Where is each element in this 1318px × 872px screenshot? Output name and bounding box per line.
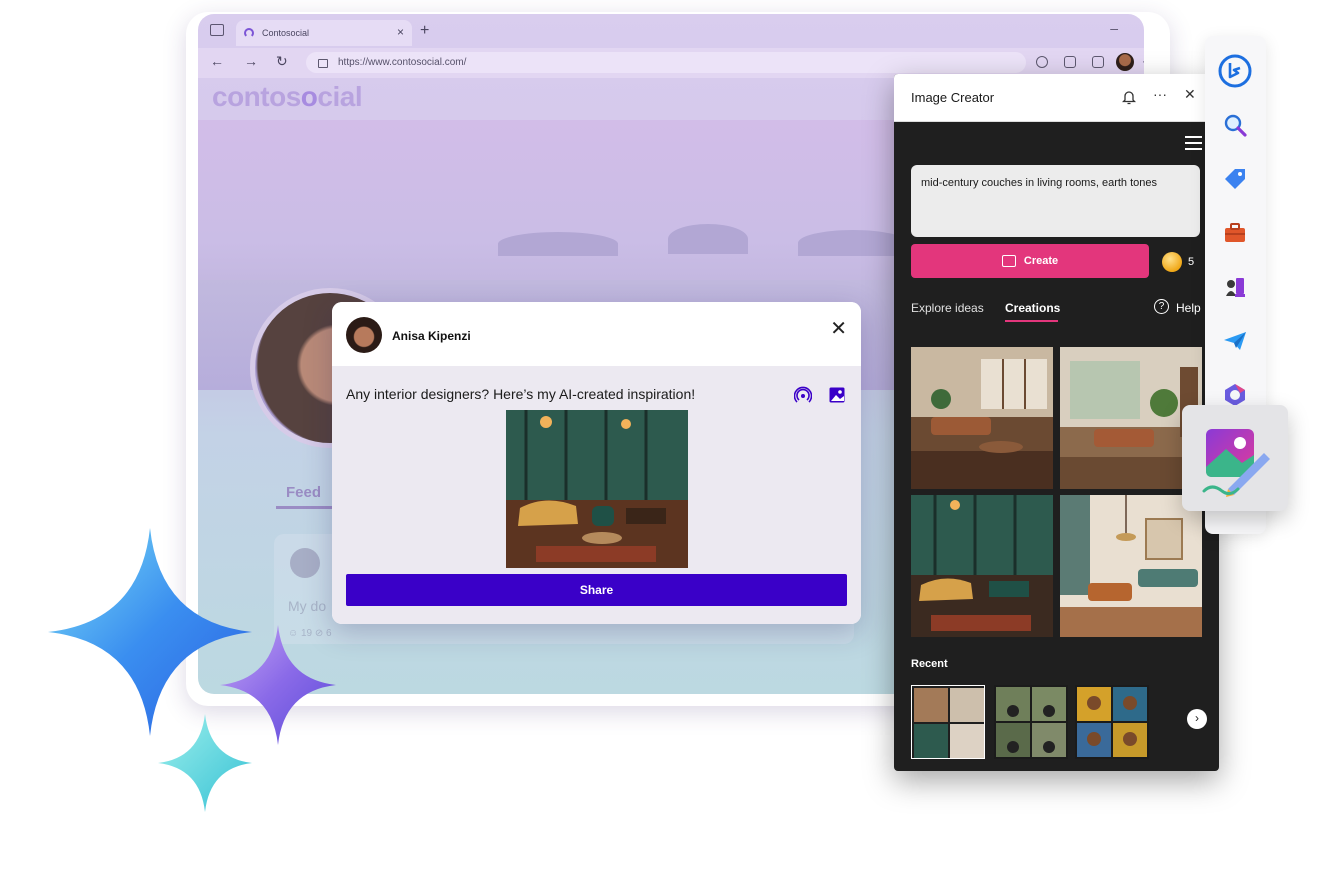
user-name: Anisa Kipenzi	[392, 329, 471, 343]
share-button[interactable]: Share	[346, 574, 847, 606]
contosocial-logo[interactable]: contosocial	[212, 81, 363, 113]
dialog-body: Any interior designers? Here’s my AI-cre…	[332, 366, 861, 624]
minimize-button[interactable]: –	[1110, 20, 1118, 36]
boost-count: 5	[1188, 256, 1195, 268]
feed-tab-indicator	[276, 506, 336, 509]
image-creator-panel: Image Creator ··· ✕ mid-century couches …	[894, 74, 1219, 771]
tab-strip: Contosocial × + –	[198, 14, 1144, 48]
image-creator-icon	[1202, 429, 1270, 497]
lock-icon	[318, 59, 328, 68]
tab-feed[interactable]: Feed	[286, 484, 321, 501]
favorites-icon[interactable]	[1064, 56, 1076, 68]
podcast-icon[interactable]	[794, 386, 812, 404]
games-icon[interactable]	[1222, 274, 1248, 300]
post-text: My do	[288, 598, 327, 614]
tab-creations[interactable]: Creations	[1005, 301, 1060, 315]
help-icon[interactable]: ?	[1154, 299, 1169, 314]
prompt-input[interactable]: mid-century couches in living rooms, ear…	[911, 165, 1200, 237]
panel-more-button[interactable]: ···	[1153, 86, 1167, 102]
tab-close-icon[interactable]: ×	[397, 25, 404, 39]
create-button[interactable]: Create	[911, 244, 1149, 278]
send-icon[interactable]	[1222, 328, 1248, 354]
share-post-dialog: Anisa Kipenzi ✕ Any interior designers? …	[332, 302, 861, 624]
recent-thumbnail[interactable]	[911, 685, 985, 759]
panel-close-icon[interactable]: ✕	[1184, 86, 1196, 103]
user-avatar	[346, 317, 382, 353]
back-button[interactable]: ←	[210, 53, 224, 69]
collections-icon[interactable]	[1092, 56, 1104, 68]
create-image-icon	[1001, 255, 1016, 267]
favorites-add-icon[interactable]	[1036, 56, 1048, 68]
boost-coin-icon	[1162, 252, 1182, 272]
tab-title: Contosocial	[262, 28, 310, 38]
creation-thumbnail[interactable]	[1060, 495, 1202, 637]
post-text-input[interactable]: Any interior designers? Here’s my AI-cre…	[346, 386, 695, 402]
panel-title: Image Creator	[911, 90, 995, 105]
recent-next-button[interactable]: ›	[1187, 709, 1207, 729]
post-avatar	[290, 548, 320, 578]
creation-thumbnail[interactable]	[1060, 347, 1202, 489]
ai-generated-image	[506, 410, 688, 568]
sparkle-small-icon	[158, 714, 252, 812]
help-link[interactable]: Help	[1176, 301, 1201, 315]
recent-thumbnail[interactable]	[994, 685, 1068, 759]
browser-menu-button[interactable]: ···	[1142, 54, 1144, 68]
forward-button[interactable]: →	[244, 53, 258, 69]
menu-icon[interactable]	[1185, 136, 1202, 154]
contosocial-favicon-icon	[244, 28, 254, 38]
recent-thumbnail[interactable]	[1075, 685, 1149, 759]
dialog-close-icon[interactable]: ✕	[830, 316, 847, 341]
tools-icon[interactable]	[1222, 220, 1248, 246]
create-label: Create	[1023, 255, 1059, 267]
creation-thumbnail[interactable]	[911, 347, 1053, 489]
shopping-tag-icon[interactable]	[1222, 165, 1248, 191]
refresh-button[interactable]: ↻	[276, 53, 288, 70]
new-tab-button[interactable]: +	[420, 22, 429, 40]
recent-label: Recent	[911, 658, 948, 670]
panel-header: Image Creator ··· ✕	[894, 74, 1219, 122]
dialog-header: Anisa Kipenzi ✕	[332, 302, 861, 366]
bing-icon[interactable]	[1218, 54, 1252, 88]
tab-actions-icon[interactable]	[210, 24, 224, 36]
profile-avatar[interactable]	[1116, 53, 1134, 71]
url-text: https://www.contosocial.com/	[338, 57, 467, 68]
tab-explore-ideas[interactable]: Explore ideas	[911, 301, 984, 315]
image-icon[interactable]	[828, 386, 846, 404]
search-icon[interactable]	[1222, 112, 1248, 138]
url-field[interactable]: https://www.contosocial.com/	[306, 52, 1026, 73]
sidebar-image-creator-button[interactable]	[1182, 405, 1288, 511]
browser-tab[interactable]: Contosocial ×	[236, 20, 412, 46]
creation-thumbnail[interactable]	[911, 495, 1053, 637]
notification-bell-icon[interactable]	[1122, 89, 1136, 105]
creations-tab-indicator	[1005, 320, 1058, 322]
